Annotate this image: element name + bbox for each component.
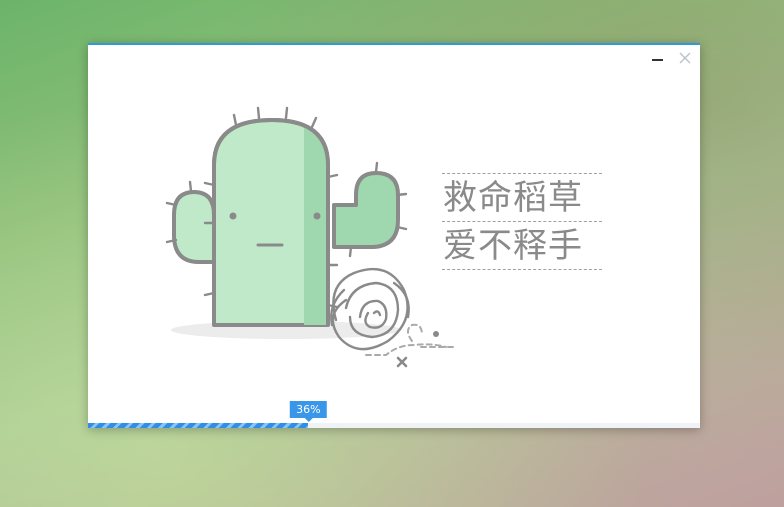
- cactus-right-arm: [332, 171, 400, 249]
- minimize-icon: [651, 59, 663, 61]
- window-controls: [650, 51, 692, 65]
- cactus-left-eye: [229, 212, 237, 220]
- trail-cross: [396, 356, 408, 368]
- minimize-button[interactable]: [650, 51, 664, 65]
- slogan: 救命稻草 爱不释手: [442, 173, 602, 270]
- slogan-line-1: 救命稻草: [442, 173, 602, 221]
- progress-bar: [88, 423, 700, 428]
- cactus-left-arm: [172, 190, 216, 264]
- slogan-line-2: 爱不释手: [442, 221, 602, 270]
- trail-dot: [433, 331, 439, 337]
- cactus-right-eye: [313, 212, 321, 220]
- cactus-body-shade: [304, 127, 328, 325]
- progress-bar-fill: [88, 423, 309, 428]
- close-button[interactable]: [678, 51, 692, 65]
- close-icon: [679, 52, 691, 64]
- loading-window: 救命稻草 爱不释手 36%: [88, 43, 700, 428]
- progress-percent-badge: 36%: [290, 401, 327, 422]
